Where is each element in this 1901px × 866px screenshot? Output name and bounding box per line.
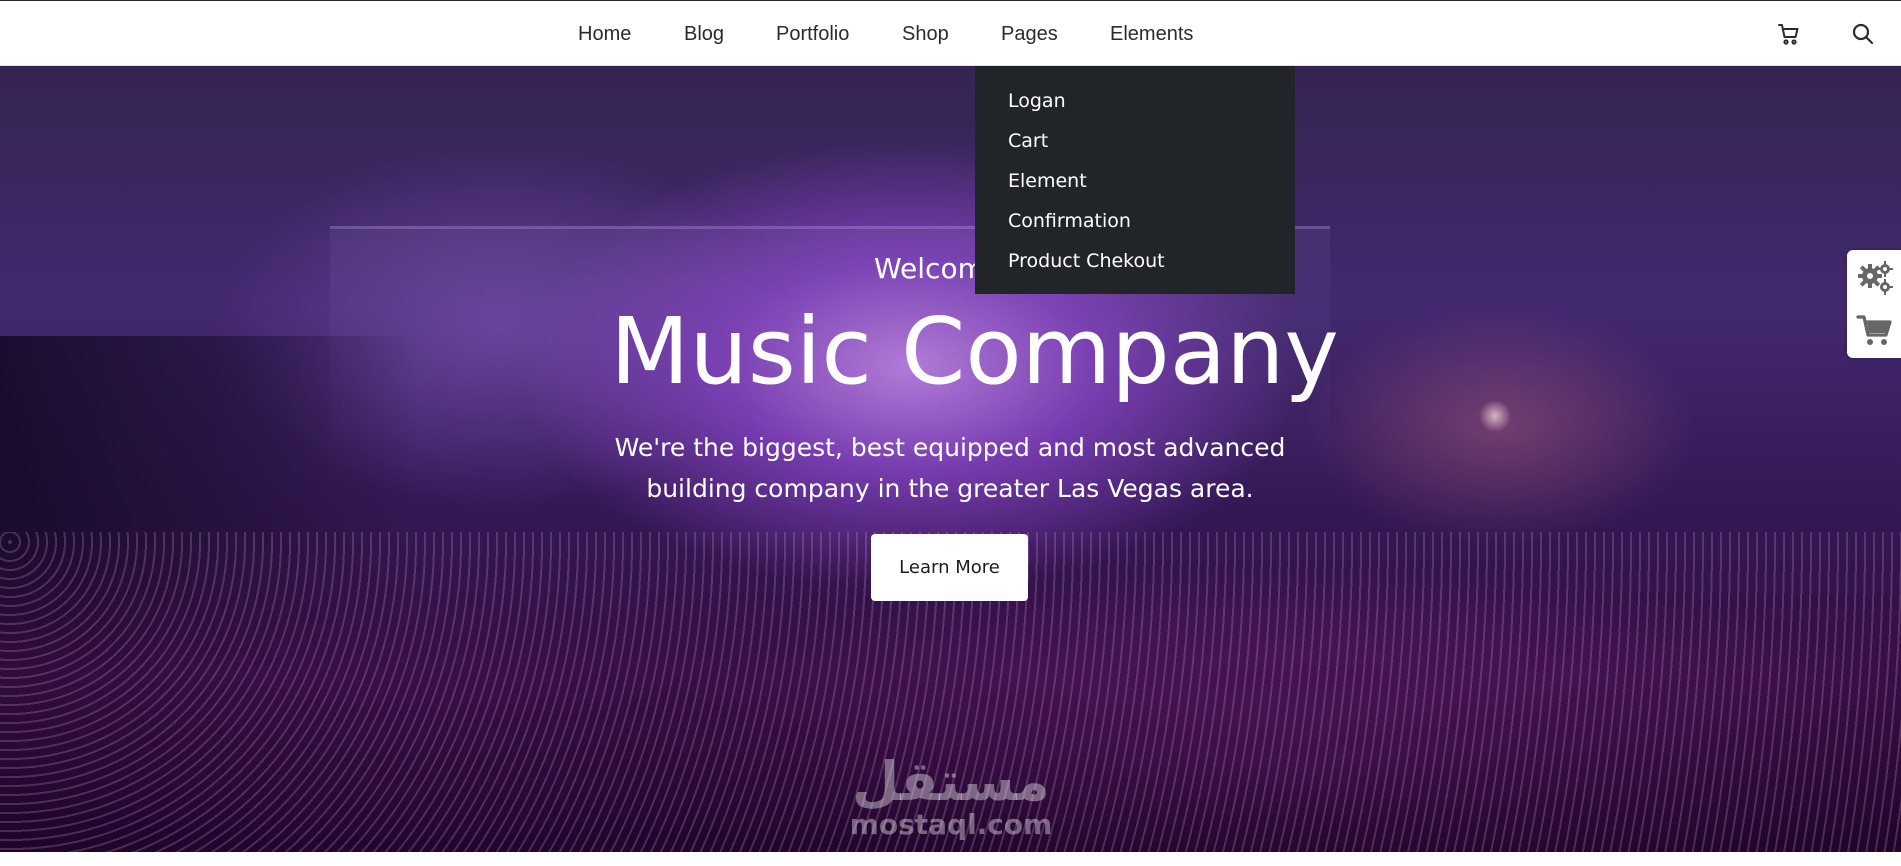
dropdown-item-element[interactable]: Element bbox=[975, 166, 1295, 206]
dropdown-item-confirmation[interactable]: Confirmation bbox=[975, 206, 1295, 246]
side-widget bbox=[1847, 250, 1901, 358]
page-bottom-edge bbox=[0, 852, 1901, 866]
shopping-cart-icon[interactable] bbox=[1856, 311, 1894, 349]
dropdown-item-logan[interactable]: Logan bbox=[975, 86, 1295, 126]
hero-subtitle-line-2: building company in the greater Las Vega… bbox=[646, 474, 1254, 503]
hero-title: Music Company bbox=[610, 298, 1339, 405]
top-navbar: Home Blog Portfolio Shop Pages Elements bbox=[0, 0, 1901, 66]
nav-item-pages[interactable]: Pages bbox=[1001, 23, 1058, 46]
hero-subtitle-line-1: We're the biggest, best equipped and mos… bbox=[614, 433, 1286, 462]
nav-links: Home Blog Portfolio Shop Pages Elements bbox=[0, 1, 1901, 67]
hero-subtitle: We're the biggest, best equipped and mos… bbox=[590, 427, 1310, 509]
cart-icon[interactable] bbox=[1777, 22, 1801, 46]
dropdown-item-cart[interactable]: Cart bbox=[975, 126, 1295, 166]
learn-more-button[interactable]: Learn More bbox=[871, 534, 1028, 601]
nav-item-shop[interactable]: Shop bbox=[902, 23, 949, 46]
watermark-latin: mostaql.com bbox=[849, 808, 1053, 841]
pages-dropdown-menu: Logan Cart Element Confirmation Product … bbox=[975, 66, 1295, 294]
nav-item-portfolio[interactable]: Portfolio bbox=[776, 23, 849, 46]
gears-icon[interactable] bbox=[1856, 259, 1894, 297]
watermark: مستقل mostaql.com bbox=[836, 754, 1066, 840]
nav-item-elements[interactable]: Elements bbox=[1110, 23, 1193, 46]
nav-item-blog[interactable]: Blog bbox=[684, 23, 724, 46]
search-icon[interactable] bbox=[1851, 22, 1875, 46]
nav-item-home[interactable]: Home bbox=[578, 23, 631, 46]
dropdown-item-product-checkout[interactable]: Product Chekout bbox=[975, 246, 1295, 286]
watermark-arabic: مستقل bbox=[852, 750, 1050, 813]
hero-section: Welcom Music Company We're the biggest, … bbox=[0, 66, 1901, 852]
hero-welcome-text: Welcom bbox=[874, 252, 985, 285]
